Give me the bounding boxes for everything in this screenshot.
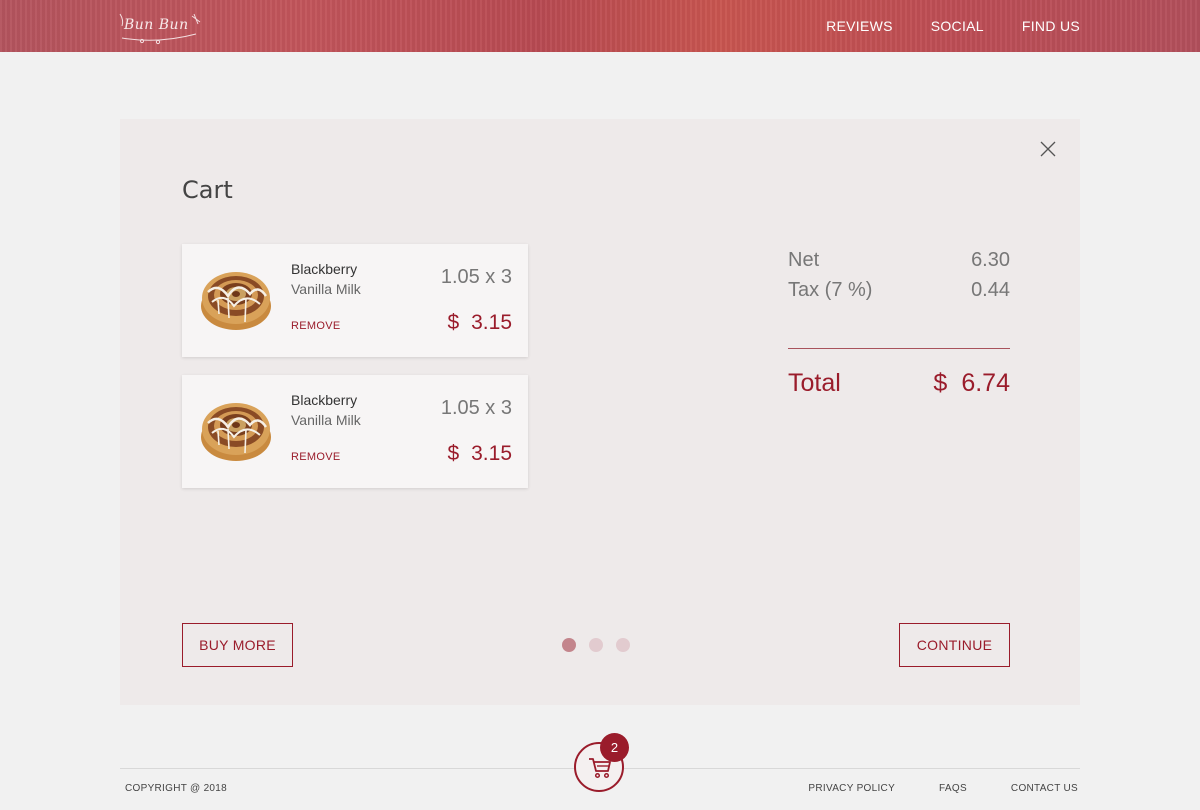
privacy-policy-link[interactable]: PRIVACY POLICY bbox=[808, 783, 895, 794]
total-amount: $6.74 bbox=[933, 369, 1010, 398]
net-value: 6.30 bbox=[971, 249, 1010, 271]
net-row: Net 6.30 bbox=[788, 249, 1010, 272]
logo-text: Bun Bun bbox=[124, 17, 189, 33]
copyright-text: COPYRIGHT @ 2018 bbox=[125, 783, 228, 794]
remove-item-button[interactable]: REMOVE bbox=[291, 451, 340, 463]
item-price: $3.15 bbox=[447, 442, 512, 466]
bun-bun-logo[interactable]: Bun Bun bbox=[118, 8, 202, 46]
cart-item: Blackberry Vanilla Milk REMOVE 1.05 x 3 … bbox=[182, 244, 528, 357]
step-dot-3[interactable] bbox=[616, 638, 630, 652]
cinnamon-bun-image bbox=[201, 403, 271, 461]
currency-symbol: $ bbox=[447, 442, 460, 465]
currency-symbol: $ bbox=[933, 369, 948, 397]
step-indicator bbox=[562, 638, 643, 652]
item-quantity: 1.05 x 3 bbox=[440, 397, 512, 419]
nav-find-us[interactable]: FIND US bbox=[1022, 18, 1080, 34]
total-value: 6.74 bbox=[961, 369, 1010, 397]
footer-links: PRIVACY POLICY FAQS CONTACT US bbox=[764, 783, 1078, 794]
cart-count-badge: 2 bbox=[600, 733, 629, 762]
buy-more-button[interactable]: BUY MORE bbox=[182, 623, 293, 667]
item-flavor: Vanilla Milk bbox=[291, 412, 361, 428]
cinnamon-bun-image bbox=[201, 272, 271, 330]
item-name: Blackberry bbox=[291, 392, 358, 408]
total-row: Total $6.74 bbox=[788, 369, 1010, 398]
tax-label: Tax (7 %) bbox=[788, 279, 873, 301]
cart-title: Cart bbox=[182, 176, 233, 204]
total-label: Total bbox=[788, 369, 841, 397]
faqs-link[interactable]: FAQS bbox=[939, 783, 967, 794]
item-price: $3.15 bbox=[447, 311, 512, 335]
main-nav: REVIEWS SOCIAL FIND US bbox=[788, 0, 1080, 52]
remove-item-button[interactable]: REMOVE bbox=[291, 320, 340, 332]
currency-symbol: $ bbox=[447, 311, 460, 334]
price-value: 3.15 bbox=[471, 311, 512, 334]
price-value: 3.15 bbox=[471, 442, 512, 465]
step-dot-2[interactable] bbox=[589, 638, 603, 652]
nav-reviews[interactable]: REVIEWS bbox=[826, 18, 893, 34]
summary-divider bbox=[788, 348, 1010, 349]
continue-button[interactable]: CONTINUE bbox=[899, 623, 1010, 667]
tax-value: 0.44 bbox=[971, 279, 1010, 301]
contact-us-link[interactable]: CONTACT US bbox=[1011, 783, 1078, 794]
item-flavor: Vanilla Milk bbox=[291, 281, 361, 297]
step-dot-1[interactable] bbox=[562, 638, 576, 652]
nav-social[interactable]: SOCIAL bbox=[931, 18, 984, 34]
cart-panel: Cart Blackberry Vanilla Milk REMOVE 1.05… bbox=[120, 119, 1080, 705]
close-icon[interactable] bbox=[1038, 139, 1058, 159]
net-label: Net bbox=[788, 249, 820, 271]
item-quantity: 1.05 x 3 bbox=[440, 266, 512, 288]
site-header: Bun Bun REVIEWS SOCIAL FIND US bbox=[0, 0, 1200, 52]
tax-row: Tax (7 %) 0.44 bbox=[788, 279, 1010, 302]
cart-item: Blackberry Vanilla Milk REMOVE 1.05 x 3 … bbox=[182, 375, 528, 488]
item-name: Blackberry bbox=[291, 261, 358, 277]
